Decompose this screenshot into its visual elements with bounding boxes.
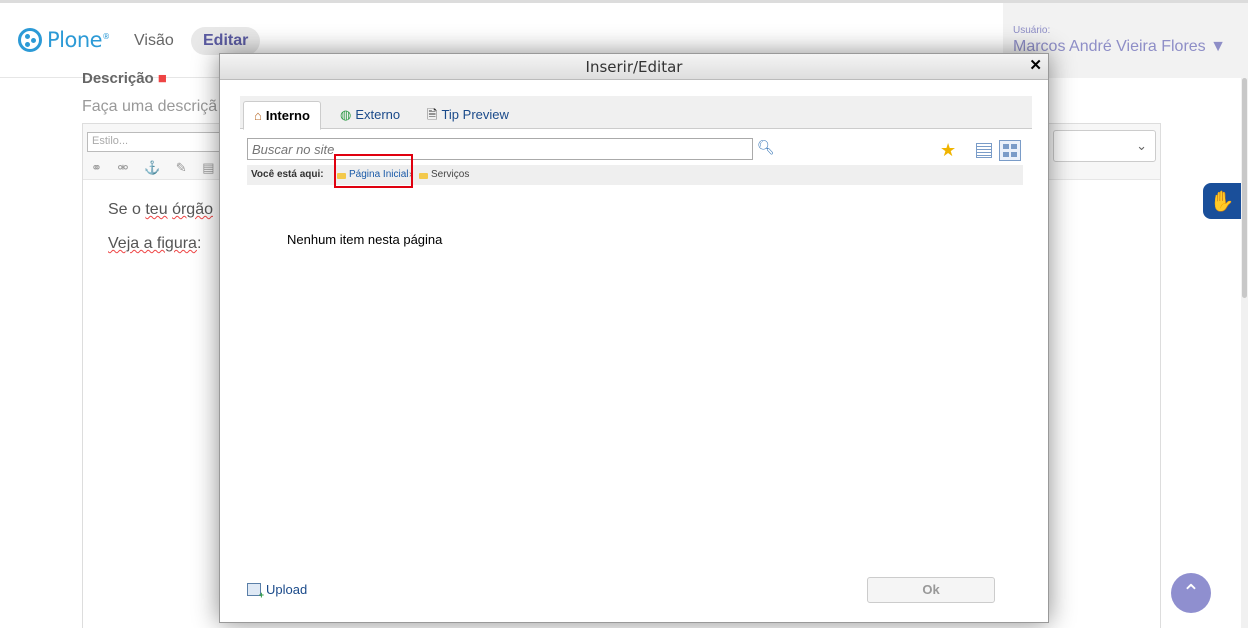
format-select[interactable]: ⌄ (1053, 130, 1156, 162)
folder-icon (419, 173, 428, 179)
breadcrumb: Você está aqui: Página Inicial › Serviço… (247, 165, 1023, 185)
tab-tip-preview[interactable]: 🗎 Tip Preview (417, 101, 519, 129)
dialog-header: Inserir/Editar ✕ (220, 54, 1048, 80)
required-marker: ■ (157, 70, 167, 87)
folder-icon (337, 173, 346, 179)
dialog-title: Inserir/Editar (585, 58, 683, 76)
content-line-1[interactable]: Se o teu órgão (108, 201, 213, 219)
breadcrumb-label: Você está aqui: (251, 169, 324, 180)
close-icon[interactable]: ✕ (1029, 56, 1042, 74)
page-scrollbar[interactable] (1241, 78, 1248, 628)
description-hint: Faça uma descriçã (82, 98, 218, 115)
home-icon: ⌂ (254, 107, 262, 123)
vlibras-accessibility-icon[interactable]: ✋ (1203, 183, 1241, 219)
content-line-2[interactable]: Veja a figura: (108, 235, 201, 253)
upload-link[interactable]: Upload (247, 582, 307, 600)
upload-icon (247, 583, 264, 600)
list-view-icon[interactable] (976, 143, 992, 158)
user-label: Usuário: (1013, 25, 1051, 36)
thumbnail-view-icon[interactable] (999, 140, 1021, 161)
plone-logo[interactable]: Plone® (18, 28, 110, 52)
tab-externo[interactable]: ◍ Externo (330, 101, 410, 129)
tab-bar: ⌂ Interno ◍ Externo 🗎 Tip Preview (240, 96, 1032, 130)
plone-logo-text: Plone® (47, 28, 110, 52)
description-field-title: Descrição ■ (82, 70, 167, 87)
star-icon[interactable]: ★ (940, 140, 956, 161)
ok-button[interactable]: Ok (867, 577, 995, 603)
back-to-top-button[interactable]: ⌃ (1171, 573, 1211, 613)
search-icon[interactable]: 🔍︎ (757, 139, 775, 156)
globe-icon: ◍ (340, 107, 352, 122)
chevron-down-icon: ⌄ (1136, 138, 1147, 153)
plone-logo-icon (18, 28, 42, 52)
breadcrumb-item-servicos[interactable]: Serviços (419, 169, 469, 180)
breadcrumb-separator: › (409, 169, 413, 180)
tab-interno[interactable]: ⌂ Interno (243, 101, 321, 130)
scrollbar-thumb[interactable] (1242, 78, 1247, 298)
nav-editar[interactable]: Editar (191, 27, 261, 55)
nav-visao[interactable]: Visão (134, 32, 174, 50)
style-select[interactable]: Estilo... (87, 132, 222, 152)
search-input[interactable] (247, 138, 753, 160)
empty-message: Nenhum item nesta página (287, 232, 443, 247)
document-search-icon: 🗎 (427, 107, 438, 122)
insert-edit-dialog: Inserir/Editar ✕ ⌂ Interno ◍ Externo 🗎 T… (219, 53, 1049, 623)
breadcrumb-item-pagina-inicial[interactable]: Página Inicial (337, 169, 408, 180)
